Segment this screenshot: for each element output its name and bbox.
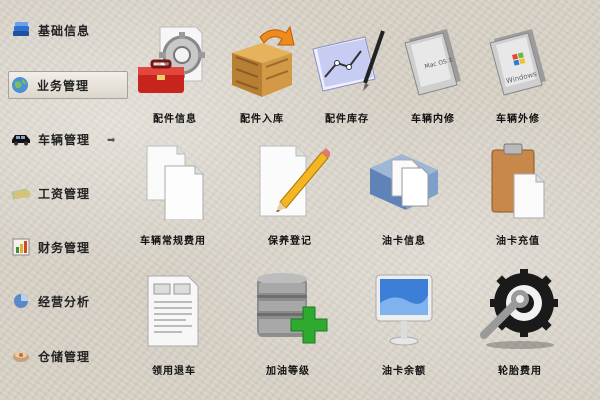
grid-item-vehicle-routine-cost[interactable]: 车辆常规费用 (123, 140, 223, 247)
sidebar: 基础信息 业务管理 车辆管理 ➡ 工资管理 财务管理 经营分析 仓储管理 (0, 0, 128, 400)
stock-pen-icon (297, 22, 397, 102)
sidebar-item-basic-info[interactable]: 基础信息 (10, 17, 125, 43)
sidebar-item-label: 财务管理 (38, 240, 91, 255)
sidebar-item-label: 基础信息 (38, 23, 91, 38)
sidebar-item-label: 经营分析 (38, 294, 91, 309)
globe-icon (9, 75, 31, 95)
grid-item-label: 油卡充值 (496, 236, 540, 247)
grid-item-label: 保养登记 (268, 236, 312, 247)
grid-item-maintenance-register[interactable]: 保养登记 (240, 140, 340, 247)
grid-item-parts-info[interactable]: 配件信息 (125, 22, 225, 125)
pencil-document-icon (240, 140, 340, 220)
grid-item-tire-cost[interactable]: 轮胎费用 (470, 269, 570, 377)
grid-item-label: 配件信息 (153, 114, 197, 125)
sidebar-item-label: 仓储管理 (38, 349, 91, 364)
grid-item-fuel-card-info[interactable]: 油卡信息 (354, 140, 454, 247)
car-icon (10, 129, 32, 149)
grid-item-label: 油卡余额 (382, 366, 426, 377)
sidebar-item-salary[interactable]: 工资管理 (10, 180, 125, 206)
money-icon (10, 183, 32, 203)
arrow-right-icon: ➡ (107, 135, 116, 146)
warehouse-icon (10, 346, 32, 366)
documents-icon (123, 140, 223, 220)
grid-item-label: 领用退车 (152, 366, 196, 377)
grid-item-label: 油卡信息 (382, 236, 426, 247)
form-document-icon (124, 270, 224, 350)
disc-outer-icon: Windows (468, 22, 568, 102)
sidebar-item-label: 车辆管理 (38, 132, 91, 147)
toolbox-gear-icon (125, 22, 225, 102)
grid-item-label: 加油等级 (266, 366, 310, 377)
sidebar-item-label: 业务管理 (37, 78, 90, 93)
sidebar-item-finance[interactable]: 财务管理 (10, 234, 125, 260)
grid-item-label: 车辆常规费用 (140, 236, 206, 247)
grid-item-vehicle-external-repair[interactable]: Windows 车辆外修 (468, 22, 568, 125)
analysis-icon (10, 291, 32, 311)
grid-item-refuel-register[interactable]: 加油等级 (238, 270, 338, 377)
grid-item-label: 车辆外修 (496, 114, 540, 125)
database-add-icon (238, 270, 338, 350)
sidebar-item-label: 工资管理 (38, 186, 91, 201)
books-icon (10, 20, 32, 40)
monitor-icon (354, 270, 454, 350)
folder-card-icon (354, 140, 454, 220)
sidebar-item-business[interactable]: 业务管理 (8, 71, 128, 99)
grid-item-label: 配件库存 (325, 114, 369, 125)
grid-item-receive-return-vehicle[interactable]: 领用退车 (124, 270, 224, 377)
grid-item-parts-stock[interactable]: 配件库存 (297, 22, 397, 125)
grid-item-label: 轮胎费用 (498, 366, 542, 377)
sidebar-item-analysis[interactable]: 经营分析 (10, 288, 125, 314)
sidebar-item-warehouse[interactable]: 仓储管理 (10, 343, 125, 369)
grid-item-fuel-card-recharge[interactable]: 油卡充值 (468, 140, 568, 247)
grid-item-fuel-card-balance[interactable]: 油卡余额 (354, 270, 454, 377)
finance-chart-icon (10, 237, 32, 257)
clipboard-icon (468, 140, 568, 220)
wrench-gear-icon (470, 269, 570, 350)
